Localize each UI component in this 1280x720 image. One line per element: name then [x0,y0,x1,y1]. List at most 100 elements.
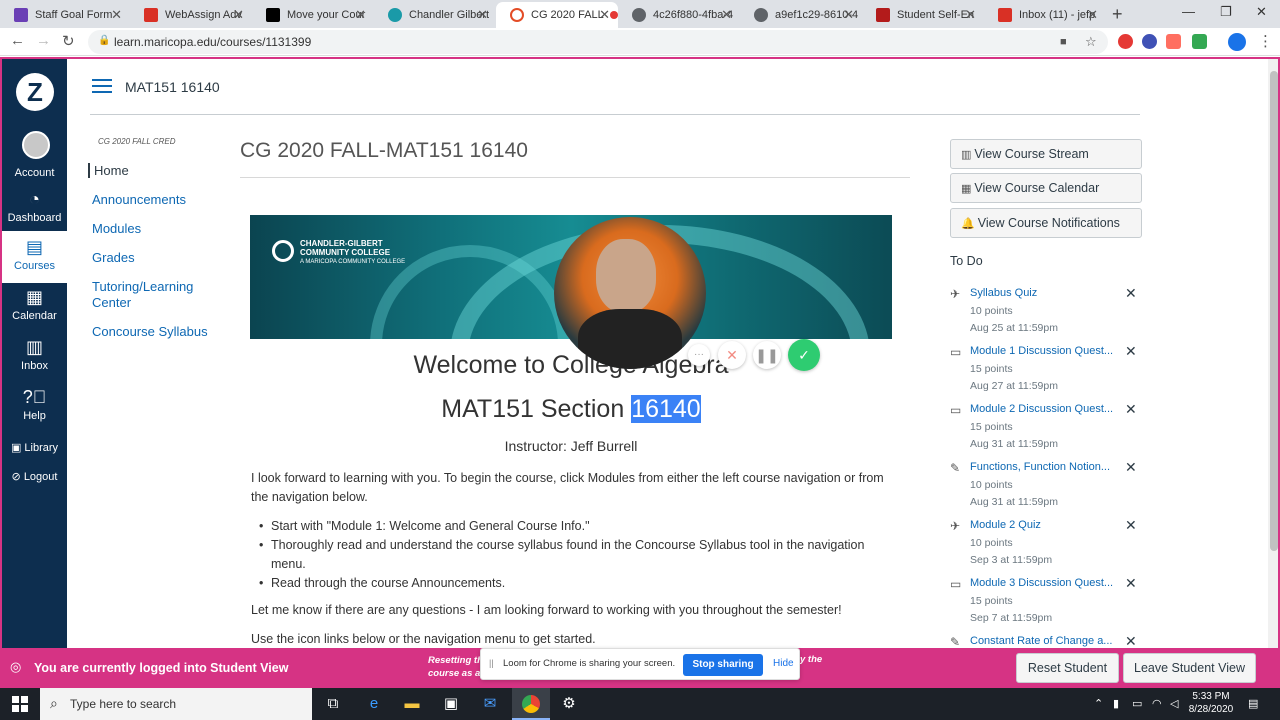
todo-link[interactable]: Module 2 Quiz [970,519,1115,531]
page-scrollbar[interactable] [1268,59,1278,688]
global-nav-library[interactable]: ▣ Library [2,441,67,454]
file-explorer-icon[interactable]: ▬ [402,694,422,714]
view-course-stream-button[interactable]: ▥ View Course Stream [950,139,1142,169]
webcam-bubble[interactable] [554,217,706,369]
view-course-calendar-button[interactable]: ▦ View Course Calendar [950,173,1142,203]
microphone-icon[interactable]: ▮ [1113,697,1119,710]
course-nav-home[interactable]: Home [88,163,129,178]
global-nav-courses[interactable]: ▤ Courses [2,231,67,283]
browser-tab[interactable]: Chandler Gilbert ✕ [374,2,496,28]
student-view-icon: ◎ [10,659,22,674]
todo-link[interactable]: Syllabus Quiz [970,287,1115,299]
reset-student-button[interactable]: Reset Student [1016,653,1119,683]
url-field[interactable]: 🔒 learn.maricopa.edu/courses/1131399 [88,30,1108,54]
notifications-icon[interactable]: ▤ [1248,697,1258,710]
dismiss-icon[interactable]: ✕ [1125,285,1137,302]
close-tab-icon[interactable]: ✕ [477,7,488,23]
institution-logo[interactable]: Z [16,73,54,111]
global-nav-help[interactable]: ?⃝ Help [2,387,67,422]
close-tab-icon[interactable]: ✕ [1087,7,1098,23]
leave-student-view-button[interactable]: Leave Student View [1123,653,1256,683]
stop-sharing-button[interactable]: Stop sharing [683,654,763,676]
extension-icon[interactable] [1118,34,1133,49]
todo-heading: To Do [950,254,983,268]
dismiss-icon[interactable]: ✕ [1125,459,1137,476]
extension-icon[interactable] [1142,34,1157,49]
browser-tab[interactable]: Inbox (11) - jefp ✕ [984,2,1106,28]
store-icon[interactable]: ▣ [441,694,461,714]
back-icon[interactable]: ← [10,32,25,49]
course-menu-toggle[interactable] [92,79,112,97]
restore-icon[interactable]: ❐ [1220,4,1232,20]
breadcrumb[interactable]: MAT151 16140 [125,79,220,95]
close-tab-icon[interactable]: ✕ [233,7,244,23]
tray-chevron-icon[interactable]: ⌃ [1094,697,1103,710]
extension-icon[interactable] [1192,34,1207,49]
extension-icon[interactable] [1166,34,1181,49]
camera-icon[interactable]: ■ [1060,36,1067,48]
close-tab-icon[interactable]: ✕ [721,7,732,23]
volume-icon[interactable]: ◁ [1170,697,1178,710]
instructor-line: Instructor: Jeff Burrell [504,438,638,454]
todo-link[interactable]: Module 2 Discussion Quest... [970,403,1115,415]
dismiss-icon[interactable]: ✕ [1125,517,1137,534]
minimize-icon[interactable]: — [1182,4,1195,19]
close-window-icon[interactable]: ✕ [1256,4,1267,20]
global-nav-logout[interactable]: ⊘ Logout [2,470,67,483]
bookmark-star-icon[interactable]: ☆ [1085,34,1097,50]
close-tab-icon[interactable]: ✕ [965,7,976,23]
todo-link[interactable]: Module 3 Discussion Quest... [970,577,1115,589]
close-tab-icon[interactable]: ✕ [355,7,366,23]
cancel-recording-icon[interactable]: ✕ [718,341,746,369]
task-view-icon[interactable]: ⧉ [323,694,343,714]
dismiss-icon[interactable]: ✕ [1125,343,1137,360]
edge-icon[interactable]: e [364,694,384,714]
global-nav-inbox[interactable]: ▥ Inbox [2,337,67,372]
todo-link[interactable]: Constant Rate of Change a... [970,635,1115,647]
help-icon: ?⃝ [22,387,47,407]
pause-recording-icon[interactable]: ❚❚ [753,341,781,369]
browser-tab[interactable]: a9ef1c29-8610-4 ✕ [740,2,862,28]
mail-icon[interactable]: ✉ [480,694,500,714]
course-nav-grades[interactable]: Grades [92,250,135,265]
menu-dots-icon[interactable]: ⋮ [1258,32,1273,50]
settings-icon[interactable]: ⚙ [559,694,579,714]
profile-avatar[interactable] [1228,33,1246,51]
chrome-icon[interactable] [512,688,550,720]
todo-link[interactable]: Module 1 Discussion Quest... [970,345,1115,357]
dismiss-icon[interactable]: ✕ [1125,401,1137,418]
view-course-notifications-button[interactable]: 🔔 View Course Notifications [950,208,1142,238]
course-nav-syllabus[interactable]: Concourse Syllabus [92,324,208,339]
dismiss-icon[interactable]: ✕ [1125,575,1137,592]
global-nav-calendar[interactable]: ▦ Calendar [2,287,67,322]
close-tab-icon[interactable]: ✕ [111,7,122,23]
browser-tab[interactable]: Student Self-En ✕ [862,2,984,28]
taskbar-search-field[interactable]: ⌕ Type here to search [40,688,312,720]
reload-icon[interactable]: ↻ [62,32,75,50]
list-item: Start with "Module 1: Welcome and Genera… [259,517,891,536]
drag-handle-icon[interactable]: || [489,658,494,668]
course-nav-tutoring[interactable]: Tutoring/Learning Center [92,279,210,311]
hide-link[interactable]: Hide [773,658,794,669]
windows-start-icon[interactable] [12,696,28,712]
global-nav-dashboard[interactable]: ◔ Dashboard [2,189,67,224]
search-icon: ⌕ [50,695,58,711]
browser-tab-active[interactable]: CG 2020 FALL ✕ [496,2,618,28]
course-nav-announcements[interactable]: Announcements [92,192,186,207]
browser-tab[interactable]: Staff Goal Form ✕ [0,2,130,28]
browser-tab[interactable]: Move your Cour ✕ [252,2,374,28]
todo-link[interactable]: Functions, Function Notion... [970,461,1115,473]
browser-tab[interactable]: 4c26f880-4fba-4 ✕ [618,2,740,28]
finish-recording-icon[interactable]: ✓ [788,339,820,371]
course-nav-modules[interactable]: Modules [92,221,141,236]
new-tab-button[interactable]: + [1112,4,1123,25]
reset-note-end: y the [800,654,823,665]
close-tab-icon[interactable]: ✕ [599,7,610,23]
wifi-icon[interactable]: ◠ [1152,697,1162,710]
taskbar-clock[interactable]: 5:33 PM 8/28/2020 [1186,690,1236,716]
close-tab-icon[interactable]: ✕ [843,7,854,23]
more-options-icon[interactable]: ··· [688,344,710,366]
battery-icon[interactable]: ▭ [1132,697,1142,710]
forward-icon[interactable]: → [36,32,51,49]
browser-tab[interactable]: WebAssign Adv ✕ [130,2,252,28]
